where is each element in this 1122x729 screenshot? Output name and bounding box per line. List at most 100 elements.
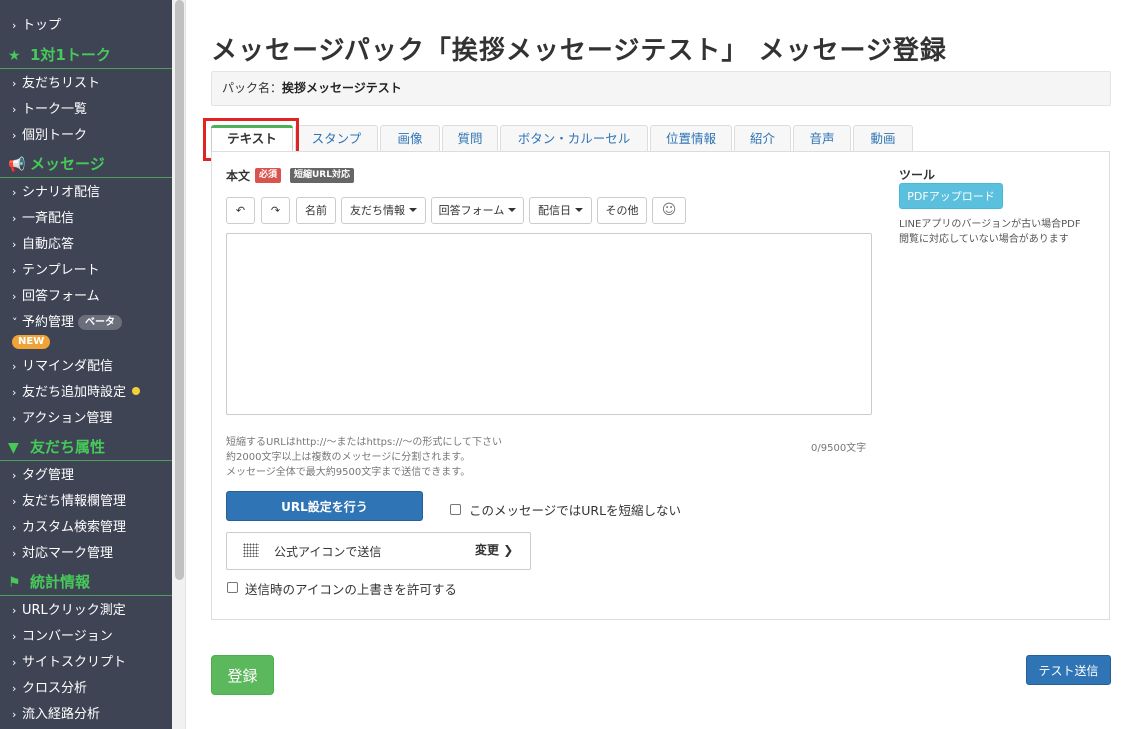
chevron-right-icon: ›: [12, 19, 17, 32]
sidebar-item-reminder[interactable]: › リマインダ配信: [0, 354, 172, 380]
tab-video[interactable]: 動画: [853, 125, 913, 152]
sidebar-item-top[interactable]: › トップ: [0, 13, 172, 39]
change-icon-button[interactable]: 変更 ❯: [475, 541, 513, 558]
sidebar-scrollbar-thumb[interactable]: [175, 0, 184, 580]
chevron-right-icon: ›: [12, 708, 17, 721]
friend-info-label: 友だち情報: [350, 204, 405, 217]
undo-icon: ↶: [235, 204, 246, 217]
no-shorten-label: このメッセージではURLを短縮しない: [469, 503, 682, 518]
send-date-dropdown[interactable]: 配信日: [529, 197, 592, 224]
caret-down-icon: [575, 208, 583, 212]
help-text-line-3: メッセージ全体で最大約9500文字まで送信できます。: [226, 467, 471, 478]
tools-note-line-2: 閲覧に対応していない場合があります: [899, 234, 1069, 245]
sidebar: › トップ ★ 1対1トーク › 友だちリスト › トーク一覧 › 個別トーク 📢 メッセー…: [0, 0, 172, 729]
pack-name-value: 挨拶メッセージテスト: [282, 81, 402, 95]
filter-icon: ▼: [8, 440, 19, 456]
sidebar-section-message: 📢 メッセージ: [0, 150, 172, 178]
sidebar-item-cross-analysis[interactable]: › クロス分析: [0, 676, 172, 702]
chevron-right-icon: ›: [12, 495, 17, 508]
sidebar-section-talk: ★ 1対1トーク: [0, 41, 172, 69]
answer-form-label: 回答フォーム: [438, 204, 505, 217]
chevron-right-icon: ›: [12, 129, 17, 142]
chevron-right-icon: ›: [12, 682, 17, 695]
sidebar-item-mark[interactable]: › 対応マーク管理: [0, 541, 172, 567]
pdf-upload-button[interactable]: PDFアップロード: [899, 183, 1003, 209]
flag-icon: ⚑: [8, 575, 21, 591]
sidebar-item-auto-reply[interactable]: › 自動応答: [0, 232, 172, 258]
chevron-right-icon: ›: [12, 521, 17, 534]
caret-down-icon: [409, 208, 417, 212]
answer-form-dropdown[interactable]: 回答フォーム: [431, 197, 524, 224]
emoji-icon: ☺: [661, 202, 677, 218]
sidebar-item-custom-search[interactable]: › カスタム検索管理: [0, 515, 172, 541]
sidebar-item-friend-add-settings[interactable]: › 友だち追加時設定: [0, 380, 172, 406]
sidebar-item-tag[interactable]: › タグ管理: [0, 463, 172, 489]
required-badge: 必須: [255, 168, 282, 183]
chevron-right-icon: ›: [12, 547, 17, 560]
sidebar-item-conversion[interactable]: › コンバージョン: [0, 624, 172, 650]
notification-dot: [132, 387, 141, 395]
no-shorten-checkbox[interactable]: [450, 504, 461, 515]
tab-image[interactable]: 画像: [380, 125, 440, 152]
sidebar-item-answer-form[interactable]: › 回答フォーム: [0, 284, 172, 310]
message-textarea[interactable]: [226, 233, 872, 415]
chevron-down-icon: ˅: [12, 316, 18, 329]
beta-badge: ベータ: [78, 315, 123, 330]
insert-name-label: 名前: [305, 204, 327, 217]
url-settings-button[interactable]: URL設定を行う: [226, 491, 423, 521]
sidebar-item-template[interactable]: › テンプレート: [0, 258, 172, 284]
chevron-right-icon: ›: [12, 212, 17, 225]
allow-icon-override-label: 送信時のアイコンの上書きを許可する: [245, 582, 457, 597]
page-title: メッセージパック「挨拶メッセージテスト」 メッセージ登録: [211, 36, 947, 66]
tab-introduction[interactable]: 紹介: [734, 125, 791, 152]
allow-icon-override-checkbox[interactable]: [227, 582, 238, 593]
new-badge: NEW: [12, 335, 51, 349]
tools-note-line-1: LINEアプリのバージョンが古い場合PDF: [899, 219, 1081, 230]
short-url-badge: 短縮URL対応: [290, 168, 354, 183]
emoji-button[interactable]: ☺: [652, 197, 686, 224]
char-counter: 0/9500文字: [811, 443, 867, 454]
sidebar-item-site-script[interactable]: › サイトスクリプト: [0, 650, 172, 676]
insert-name-button[interactable]: 名前: [296, 197, 336, 224]
redo-button[interactable]: ↷: [261, 197, 290, 224]
official-icon-label: 公式アイコンで送信: [274, 545, 382, 559]
other-label: その他: [605, 204, 639, 217]
chevron-right-icon: ›: [12, 360, 17, 373]
tab-question[interactable]: 質問: [442, 125, 498, 152]
help-text-line-2: 約2000文字以上は複数のメッセージに分割されます。: [226, 452, 471, 463]
chevron-right-icon: ›: [12, 412, 17, 425]
sidebar-section-stats: ⚑ 統計情報: [0, 568, 172, 596]
official-icon-thumbnail: [243, 543, 259, 557]
sidebar-item-friend-info-fields[interactable]: › 友だち情報欄管理: [0, 489, 172, 515]
tab-location[interactable]: 位置情報: [650, 125, 732, 152]
other-button[interactable]: その他: [597, 197, 647, 224]
chevron-right-icon: ›: [12, 604, 17, 617]
friend-info-dropdown[interactable]: 友だち情報: [341, 197, 426, 224]
sidebar-item-action[interactable]: › アクション管理: [0, 406, 172, 432]
megaphone-icon: 📢: [8, 157, 26, 173]
chevron-right-icon: ›: [12, 77, 17, 90]
sidebar-item-broadcast[interactable]: › 一斉配信: [0, 206, 172, 232]
sidebar-item-talk-list[interactable]: › トーク一覧: [0, 97, 172, 123]
chevron-right-icon: ❯: [503, 543, 514, 557]
sidebar-item-inflow-analysis[interactable]: › 流入経路分析: [0, 702, 172, 728]
undo-button[interactable]: ↶: [226, 197, 255, 224]
sidebar-item-scenario[interactable]: › シナリオ配信: [0, 180, 172, 206]
tab-stamp[interactable]: スタンプ: [295, 125, 378, 152]
test-send-button[interactable]: テスト送信: [1026, 655, 1111, 685]
sidebar-item-friends-list[interactable]: › 友だちリスト: [0, 71, 172, 97]
chevron-right-icon: ›: [12, 103, 17, 116]
chevron-right-icon: ›: [12, 630, 17, 643]
sidebar-item-reservation[interactable]: ˅ 予約管理 ベータ: [0, 310, 172, 336]
sidebar-item-individual-talk[interactable]: › 個別トーク: [0, 123, 172, 149]
tools-title: ツール: [899, 168, 936, 182]
pack-name-label: パック名：: [222, 81, 283, 95]
chevron-right-icon: ›: [12, 469, 17, 482]
chevron-right-icon: ›: [12, 238, 17, 251]
redo-icon: ↷: [270, 204, 281, 217]
chevron-right-icon: ›: [12, 186, 17, 199]
tab-audio[interactable]: 音声: [793, 125, 851, 152]
save-button[interactable]: 登録: [211, 655, 274, 695]
sidebar-item-url-click[interactable]: › URLクリック測定: [0, 598, 172, 624]
tab-button-carousel[interactable]: ボタン・カルーセル: [500, 125, 648, 152]
